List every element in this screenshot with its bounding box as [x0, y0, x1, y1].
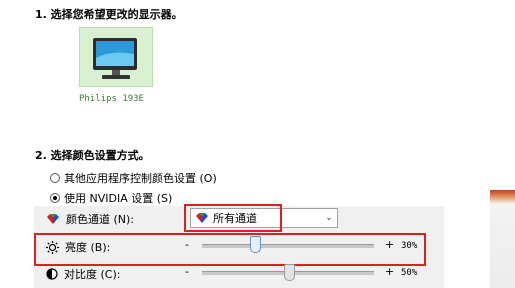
highlight-box-channel: [184, 204, 282, 232]
radio-other-apps[interactable]: 其他应用程序控制颜色设置 (O): [50, 170, 217, 186]
radio-other-apps-button[interactable]: [50, 173, 60, 183]
side-image-edge: [490, 190, 515, 288]
color-channel-label: 颜色通道 (N):: [66, 213, 135, 226]
radio-other-apps-label: 其他应用程序控制颜色设置 (O): [64, 172, 217, 185]
color-channel-row: 颜色通道 (N):: [46, 211, 134, 227]
radio-nvidia[interactable]: 使用 NVIDIA 设置 (S): [50, 190, 172, 206]
step1-title: 1. 选择您希望更改的显示器。: [35, 8, 183, 21]
radio-nvidia-button[interactable]: [50, 193, 60, 203]
step2-title: 2. 选择颜色设置方式。: [35, 149, 150, 162]
contrast-value: 50%: [401, 268, 418, 278]
chevron-down-icon[interactable]: ⌄: [321, 213, 337, 223]
highlight-box-brightness: [34, 233, 426, 266]
contrast-minus: -: [185, 265, 189, 278]
contrast-slider-thumb[interactable]: [284, 264, 295, 281]
contrast-plus: +: [385, 265, 395, 278]
monitor-label: Philips 193E: [79, 94, 145, 104]
contrast-icon: [46, 268, 58, 280]
monitor-tile[interactable]: [79, 27, 153, 87]
monitor-icon: [93, 38, 137, 79]
contrast-row: 对比度 (C):: [46, 266, 120, 282]
rgb-channels-icon: [47, 214, 59, 224]
contrast-label: 对比度 (C):: [64, 268, 121, 281]
radio-nvidia-label: 使用 NVIDIA 设置 (S): [64, 192, 173, 205]
